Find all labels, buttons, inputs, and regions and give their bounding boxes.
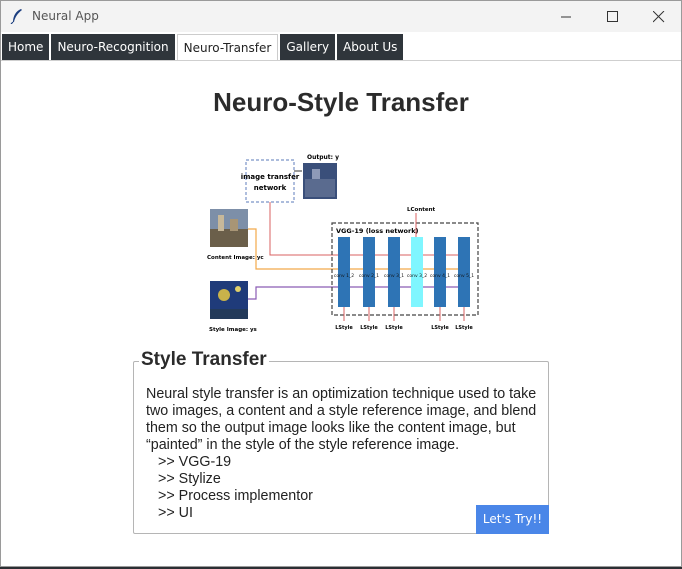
feature-list: >> VGG-19 >> Stylize >> Process implemen…: [158, 454, 313, 522]
maximize-icon: [607, 11, 618, 22]
tab-gallery[interactable]: Gallery: [280, 34, 336, 60]
feather-icon: [10, 9, 22, 24]
conv-blocks: [338, 237, 470, 307]
content-loss-label: LContent: [407, 207, 436, 213]
maximize-button[interactable]: [590, 1, 636, 32]
style-loss-label: LStyle: [385, 325, 403, 331]
section-title: Style Transfer: [139, 349, 269, 371]
close-button[interactable]: [636, 1, 682, 32]
section-description: Neural style transfer is an optimization…: [146, 386, 537, 453]
page-title: Neuro-Style Transfer: [213, 87, 469, 117]
style-loss-label: LStyle: [431, 325, 449, 331]
conv-2-1-label: conv 2_1: [359, 273, 379, 279]
output-label: Output: y: [307, 154, 339, 161]
list-item: >> Process implementor: [158, 488, 313, 504]
transfer-net-label-2: network: [254, 184, 287, 192]
title-bar: Neural App: [1, 1, 681, 32]
style-loss-label: LStyle: [360, 325, 378, 331]
close-icon: [653, 11, 665, 23]
neuro-transfer-page: Neuro-Style Transfer image transfer netw…: [1, 61, 681, 567]
conv-3-1-label: conv 3_1: [384, 273, 404, 279]
tab-bar: Home Neuro-Recognition Neuro-Transfer Ga…: [2, 34, 405, 60]
conv-2-1-block: [363, 237, 375, 307]
conv-5-1-label: conv 5_1: [454, 273, 474, 279]
list-item: >> UI: [158, 505, 193, 521]
tab-about-us[interactable]: About Us: [337, 34, 404, 60]
conv-3-2-label: conv 3_2: [407, 273, 427, 279]
transfer-net-label-1: image transfer: [241, 173, 300, 181]
conv-1-2-label: conv 1_2: [334, 273, 354, 279]
style-loss-label: LStyle: [455, 325, 473, 331]
conv-4-1-block: [434, 237, 446, 307]
conv-4-1-label: conv 4_1: [430, 273, 450, 279]
minimize-button[interactable]: [544, 1, 590, 32]
tab-home[interactable]: Home: [2, 34, 50, 60]
tab-neuro-transfer[interactable]: Neuro-Transfer: [176, 34, 279, 60]
conv-3-2-block: [411, 237, 423, 307]
list-item: >> VGG-19: [158, 454, 232, 470]
conv-3-1-block: [388, 237, 400, 307]
style-label: Style Image: ys: [209, 327, 258, 333]
transfer-network-box: [245, 159, 295, 203]
lets-try-button[interactable]: Let's Try!!: [476, 505, 549, 534]
tab-neuro-recognition[interactable]: Neuro-Recognition: [51, 34, 175, 60]
app-window: Neural App Home Neuro-Recognition Neuro-…: [0, 0, 682, 567]
list-item: >> Stylize: [158, 471, 221, 487]
window-title: Neural App: [32, 9, 99, 23]
style-transfer-diagram: image transfer network Output: y Content…: [207, 154, 479, 333]
conv-1-2-block: [338, 237, 350, 307]
style-loss-label: LStyle: [335, 325, 353, 331]
content-label: Content Image: yc: [207, 255, 264, 261]
minimize-icon: [561, 16, 571, 18]
vgg-label: VGG-19 (loss network): [336, 227, 419, 235]
conv-5-1-block: [458, 237, 470, 307]
